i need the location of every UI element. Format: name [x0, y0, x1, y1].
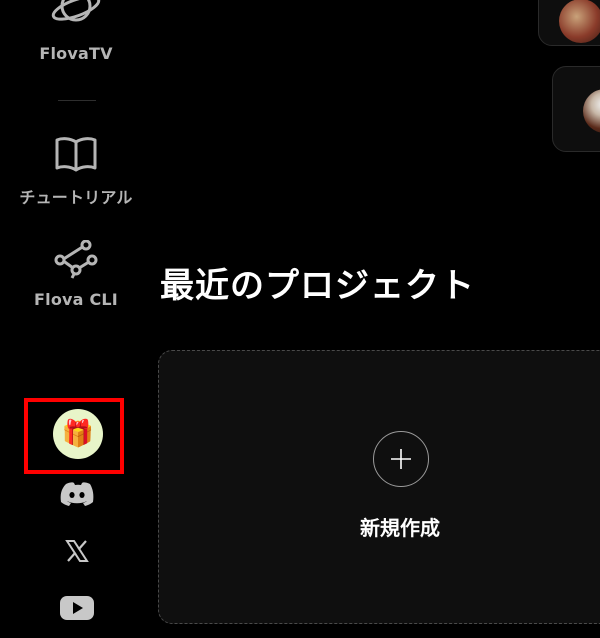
gift-icon: 🎁: [61, 419, 95, 449]
new-project-card[interactable]: [158, 350, 600, 624]
x-link[interactable]: [57, 534, 97, 568]
sidebar: FlovaTV チュートリアル Flova CLI 🎁: [0, 0, 152, 638]
thumbnail-card[interactable]: [538, 0, 600, 46]
new-project-button[interactable]: [373, 431, 429, 487]
discord-icon: [60, 482, 94, 506]
discord-link[interactable]: [57, 477, 97, 511]
new-project-label: 新規作成: [360, 516, 440, 540]
sidebar-item-flova-cli[interactable]: Flova CLI: [0, 240, 152, 309]
youtube-icon: [60, 596, 94, 620]
sidebar-item-tutorial[interactable]: チュートリアル: [0, 134, 152, 208]
thumbnail-image: [583, 89, 600, 133]
book-icon: [54, 134, 98, 174]
youtube-link[interactable]: [57, 591, 97, 625]
thumbnail-image: [559, 0, 600, 43]
sidebar-item-label: FlovaTV: [39, 44, 113, 63]
share-nodes-icon: [54, 240, 98, 282]
thumbnail-card[interactable]: [552, 66, 600, 152]
sidebar-item-flovatv[interactable]: FlovaTV: [0, 0, 152, 63]
gift-button[interactable]: 🎁: [53, 409, 103, 459]
sidebar-divider: [58, 100, 96, 101]
app-page: FlovaTV チュートリアル Flova CLI 🎁 最近のプロジェクト 新規…: [0, 0, 600, 638]
plus-icon: [391, 449, 411, 469]
section-title: 最近のプロジェクト: [160, 266, 475, 306]
sidebar-item-label: チュートリアル: [19, 188, 133, 207]
x-icon: [65, 540, 89, 562]
sidebar-item-label: Flova CLI: [34, 290, 118, 309]
planet-icon: [46, 0, 106, 40]
